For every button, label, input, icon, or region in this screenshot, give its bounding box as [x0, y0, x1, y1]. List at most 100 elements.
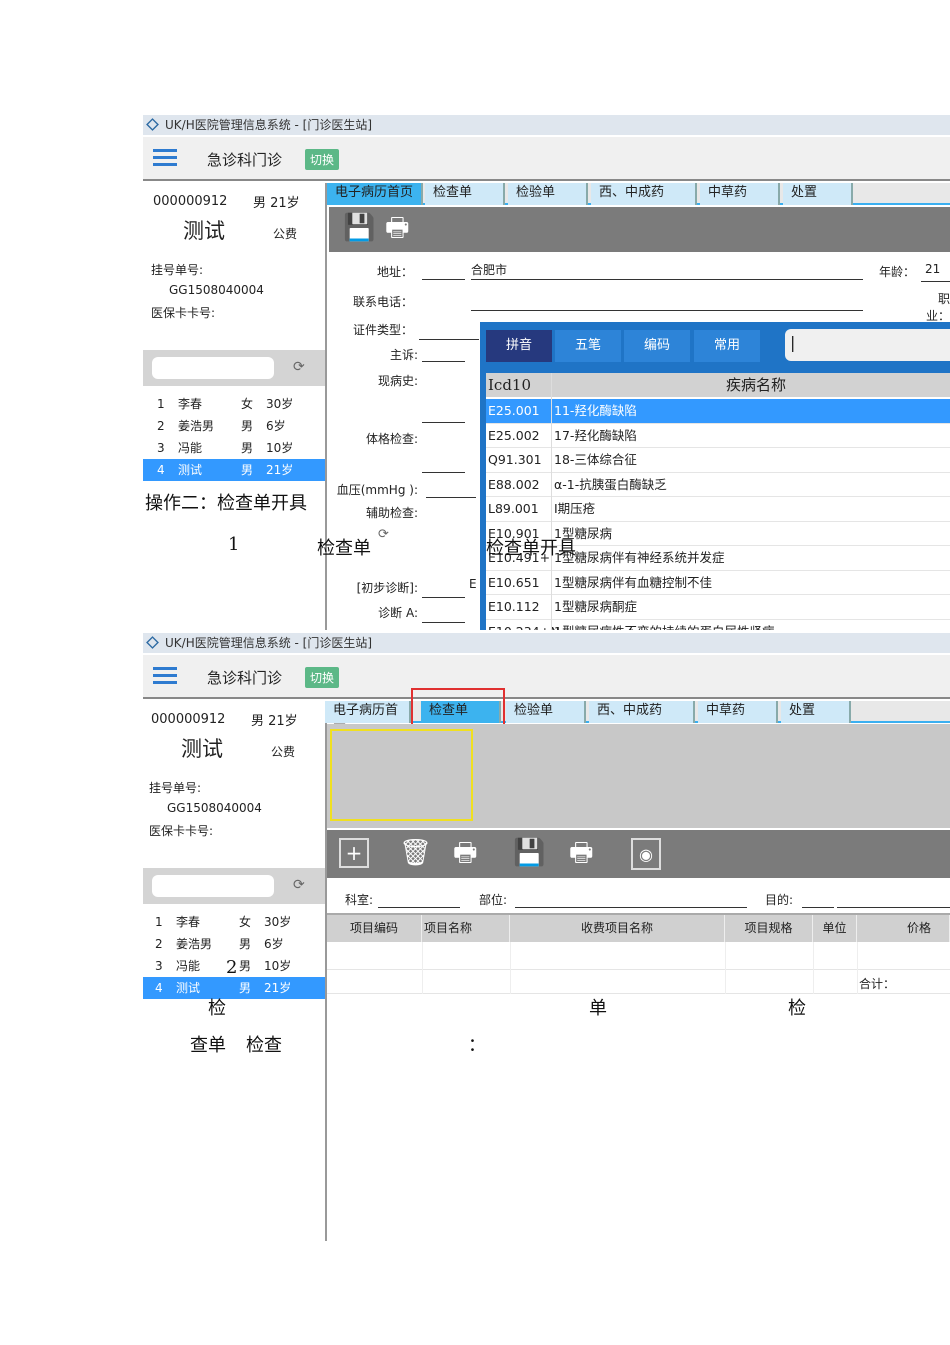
prelim-value[interactable]: E: [469, 577, 477, 591]
patient-row[interactable]: 2 姜浩男男 6岁: [143, 933, 325, 955]
insurance-label: 医保卡卡号:: [151, 306, 216, 320]
tab-treatment[interactable]: 处置: [783, 183, 853, 205]
mode-code-button[interactable]: 编码: [624, 330, 690, 362]
preview-icon[interactable]: ◉: [631, 838, 661, 870]
patient-search-input[interactable]: [152, 357, 274, 379]
header-bar: 急诊科门诊 切换: [143, 137, 950, 181]
doc-text: 检: [208, 998, 226, 1019]
col-unit: 单位: [813, 915, 857, 942]
mode-pinyin-button[interactable]: 拼音: [486, 330, 552, 362]
exam-toolbar: + 🗑 🖶 💾 🖶 ◉: [327, 830, 950, 878]
icd-row-selected[interactable]: E25.001 11-羟化酶缺陷: [486, 399, 950, 424]
complaint-label: 主诉:: [389, 348, 418, 362]
insurance-label: 医保卡卡号:: [149, 824, 214, 838]
refresh-icon[interactable]: ⟳: [293, 359, 305, 375]
icd-row[interactable]: E10.234+N1型糖尿病性不变的持续的蛋白尿性肾病: [486, 620, 950, 631]
disease-name: 11-羟化酶缺陷: [554, 403, 637, 418]
doc-text: 检查单: [317, 538, 371, 559]
department-label: 急诊科门诊: [207, 669, 283, 687]
tab-lab[interactable]: 检验单: [508, 183, 588, 205]
doc-heading: 操作二：检查单开具: [145, 493, 307, 514]
menu-icon[interactable]: [153, 667, 177, 685]
patient-search: ⟳: [143, 868, 325, 904]
doc-text: 查单: [190, 1035, 226, 1056]
icd-row[interactable]: L89.001 Ⅰ期压疮: [486, 497, 950, 522]
patient-row[interactable]: 1 李春女 30岁: [143, 911, 325, 933]
patient-search-input[interactable]: [152, 875, 274, 897]
age-label: 年龄：: [879, 265, 916, 279]
icd-row[interactable]: E25.002 17-羟化酶缺陷: [486, 424, 950, 448]
doc-text: 单: [589, 998, 607, 1019]
switch-button[interactable]: 切换: [305, 667, 340, 688]
save-icon[interactable]: 💾: [343, 213, 375, 243]
col-charge-name: 收费项目名称: [510, 915, 725, 942]
age-value[interactable]: 21: [925, 262, 940, 276]
mode-common-button[interactable]: 常用: [694, 330, 760, 362]
print-icon[interactable]: 🖶: [453, 838, 478, 868]
tab-emr-home[interactable]: 电子病历首页: [327, 183, 423, 205]
mode-wubi-button[interactable]: 五笔: [555, 330, 621, 362]
print-icon[interactable]: 🖶: [385, 213, 410, 243]
col-item-code: 项目编码: [327, 915, 422, 942]
fee-type: 公费: [271, 745, 296, 759]
disease-name: 1型糖尿病性不变的持续的蛋白尿性肾病: [554, 620, 774, 631]
tab-exam[interactable]: 检查单: [425, 183, 505, 205]
emr-toolbar: 💾 🖶: [329, 207, 950, 252]
reg-label: 挂号单号:: [151, 263, 204, 277]
doc-text: 检查: [246, 1035, 282, 1056]
icd-row[interactable]: E88.002 α-1-抗胰蛋白酶缺乏: [486, 473, 950, 497]
patient-row[interactable]: 1 李春女 30岁: [143, 393, 325, 415]
patient-row-selected[interactable]: 4 测试男 21岁: [143, 459, 325, 481]
exam-table: 项目编码 项目名称 收费项目名称 项目规格 单位 价格 合计：: [327, 913, 950, 994]
delete-icon[interactable]: 🗑: [399, 838, 432, 868]
switch-button[interactable]: 切换: [305, 149, 340, 170]
bp-label: 血压(mmHg ):: [336, 483, 418, 497]
icd-code: E10.112: [488, 599, 540, 614]
tab-medicine[interactable]: 西、中成药: [591, 183, 697, 205]
icd-search-input[interactable]: |: [785, 329, 950, 361]
disease-name: 17-羟化酶缺陷: [554, 427, 637, 443]
print-single-icon[interactable]: 🖶: [569, 838, 594, 868]
icd-row[interactable]: Q91.301 18-三体综合征: [486, 448, 950, 473]
tab-emr-home[interactable]: 电子病历首页: [325, 701, 411, 738]
tab-treatment[interactable]: 处置: [781, 701, 851, 723]
tab-herbal[interactable]: 中草药: [700, 183, 780, 205]
patient-row[interactable]: 3 冯能男 10岁: [143, 437, 325, 459]
purpose-label: 目的:: [765, 893, 794, 907]
aux-label: 辅助检查:: [365, 506, 418, 520]
icd-row[interactable]: E10.651 1型糖尿病伴有血糖控制不佳: [486, 571, 950, 595]
diag-a-label: 诊断 A:: [378, 606, 418, 620]
menu-icon[interactable]: [153, 149, 177, 167]
patient-gender-age: 男 21岁: [253, 196, 300, 211]
app-logo-icon: [146, 118, 159, 131]
dept-label: 科室:: [345, 893, 374, 907]
patient-panel: 000000912 男 21岁 测试 公费 挂号单号: GG1508040004…: [143, 183, 327, 630]
col-item-name: 项目名称: [422, 915, 510, 942]
tab-herbal[interactable]: 中草药: [698, 701, 778, 723]
patient-name: 测试: [183, 219, 225, 243]
tab-lab[interactable]: 检验单: [506, 701, 586, 723]
tab-medicine[interactable]: 西、中成药: [589, 701, 695, 723]
title-bar: UK/H医院管理信息系统 - [门诊医生站]: [143, 115, 950, 135]
doc-text: ：: [468, 1035, 486, 1056]
icd-row[interactable]: E10.112 1型糖尿病酮症: [486, 595, 950, 620]
patient-row-selected[interactable]: 4 测试男 21岁: [143, 977, 325, 999]
add-icon[interactable]: +: [339, 838, 369, 868]
patient-gender-age: 男 21岁: [251, 714, 298, 729]
title-bar: UK/H医院管理信息系统 - [门诊医生站]: [143, 633, 950, 653]
doc-text: 2: [226, 957, 238, 978]
app-title: UK/H医院管理信息系统 - [门诊医生站]: [165, 636, 373, 650]
patient-name: 测试: [181, 737, 223, 761]
tab-bar: 电子病历首页 检查单 检验单 西、中成药 中草药 处置: [327, 183, 950, 205]
patient-row[interactable]: 2 姜浩男男 6岁: [143, 415, 325, 437]
doc-text: 1: [228, 534, 240, 555]
icd-code: E25.001: [488, 403, 540, 418]
save-icon[interactable]: 💾: [513, 838, 545, 868]
refresh-icon[interactable]: ⟳: [293, 877, 305, 893]
screenshot-exam: UK/H医院管理信息系统 - [门诊医生站] 急诊科门诊 切换 00000091…: [143, 633, 950, 1241]
doc-text: 检: [788, 998, 806, 1019]
header-bar: 急诊科门诊 切换: [143, 655, 950, 699]
physical-label: 体格检查:: [365, 432, 418, 446]
address-value[interactable]: 合肥市: [471, 261, 507, 278]
patient-id: 000000912: [151, 712, 226, 727]
